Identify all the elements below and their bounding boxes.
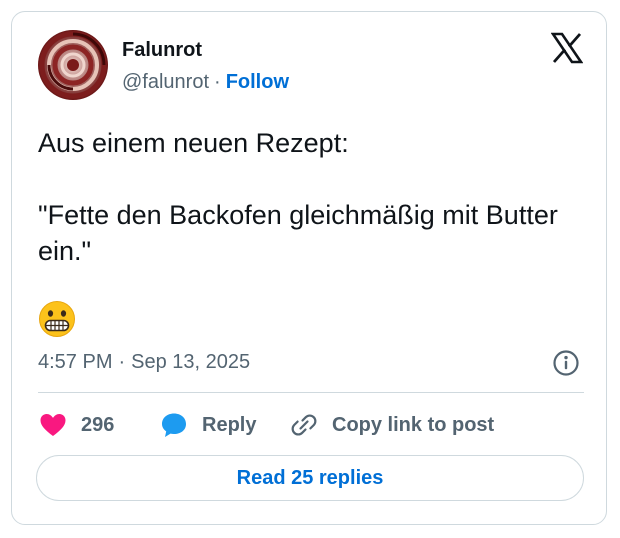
post-text-line: Aus einem neuen Rezept: — [38, 128, 349, 158]
x-logo-icon[interactable] — [550, 32, 584, 64]
copy-link-label: Copy link to post — [332, 413, 495, 436]
copy-link-button[interactable]: Copy link to post — [290, 410, 494, 440]
author-handle[interactable]: @falunrot — [122, 71, 209, 93]
author-handle-row: @falunrot · Follow — [122, 70, 289, 94]
post-date: Sep 13, 2025 — [131, 351, 251, 373]
author-display-name[interactable]: Falunrot — [122, 38, 202, 62]
embedded-post-card: Falunrot @falunrot · Follow Aus einem neue… — [11, 11, 607, 525]
post-time: 4:57 PM — [38, 351, 113, 373]
info-icon[interactable] — [552, 349, 580, 377]
avatar[interactable] — [38, 30, 108, 100]
handle-separator: · — [214, 71, 221, 93]
post-timestamp[interactable]: 4:57 PM · Sep 13, 2025 — [38, 350, 250, 374]
post-text-quote: "Fette den Backofen gleichmäßig mit Butt… — [38, 200, 558, 266]
speech-bubble-icon — [162, 413, 186, 437]
reply-button[interactable]: Reply — [160, 410, 256, 440]
reply-label: Reply — [202, 413, 257, 436]
like-count: 296 — [81, 413, 115, 436]
post-text: Aus einem neuen Rezept: "Fette den Backo… — [38, 125, 578, 269]
follow-button[interactable]: Follow — [226, 71, 289, 93]
link-icon — [291, 414, 317, 436]
timestamp-separator: · — [118, 351, 126, 373]
grimacing-face-icon — [38, 300, 76, 338]
divider — [38, 392, 584, 393]
heart-icon — [40, 414, 66, 436]
like-button[interactable]: 296 — [39, 410, 114, 440]
read-replies-button[interactable]: Read 25 replies — [36, 455, 584, 501]
